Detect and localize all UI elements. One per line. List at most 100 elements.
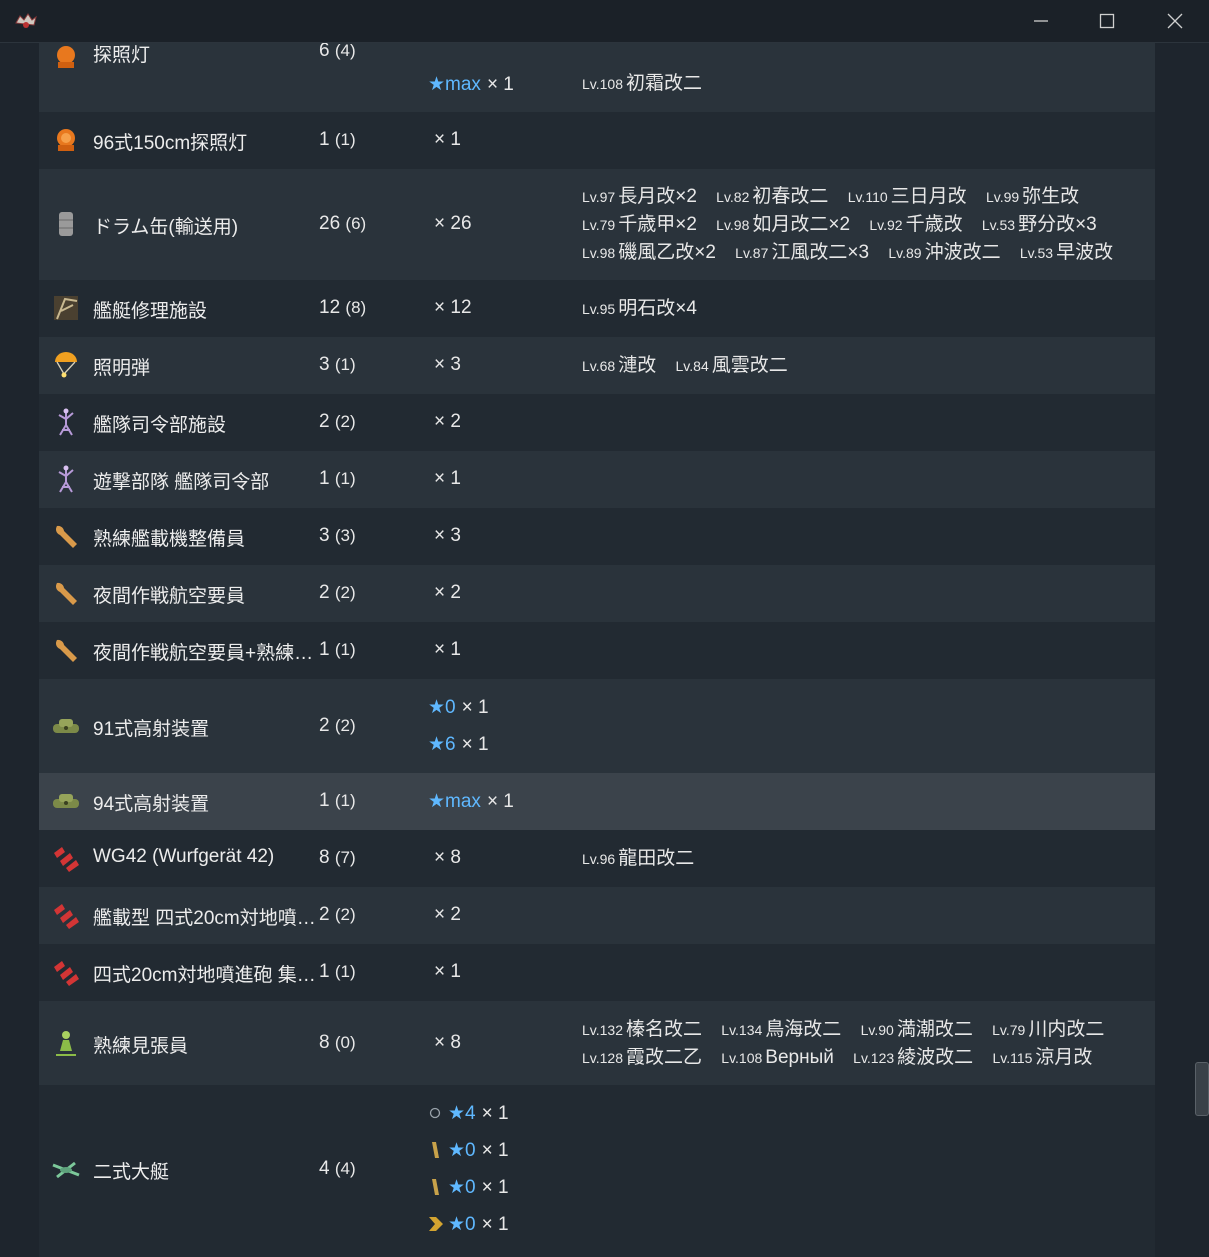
wrench-icon: [55, 582, 77, 605]
fleet-command-icon: [58, 408, 74, 436]
aa-fire-director-icon: [53, 794, 79, 808]
title-bar: [0, 0, 1209, 43]
list-item[interactable]: 夜間作戦航空要員+熟練甲板員 1 (1) × 1: [39, 622, 1155, 679]
equipment-count: 6 (4): [319, 43, 356, 61]
ship-entry: Lv.53 野分改×3: [981, 214, 1097, 235]
equipment-name: 94式高射装置: [93, 794, 210, 815]
searchlight-icon: [57, 129, 75, 151]
ship-entry: Lv.53 早波改: [1019, 242, 1114, 263]
equipment-count: 1 (1): [319, 468, 356, 489]
equipment-name: 夜間作戦航空要員+熟練甲板員: [93, 643, 321, 664]
list-item[interactable]: 艦載型 四式20cm対地噴進砲 2 (2) × 2: [39, 887, 1155, 944]
list-item[interactable]: 熟練艦載機整備員 3 (3) × 3: [39, 508, 1155, 565]
ship-list: Lv.97 長月改×2 Lv.82 初春改二 Lv.110 三日月改 Lv.99 弥生改…: [582, 183, 1127, 267]
ship-list: Lv.96 龍田改二: [582, 845, 708, 873]
ship-entry: Lv.87 江風改二×3: [735, 242, 870, 263]
list-item[interactable]: 熟練見張員 8 (0) × 8 Lv.132 榛名改二 Lv.134 鳥海改二 Lv…: [39, 1001, 1155, 1085]
proficiency-bar-icon: [432, 1179, 439, 1195]
list-item[interactable]: 艦艇修理施設 12 (8) × 12 Lv.95 明石改×4: [39, 280, 1155, 337]
ship-entry: Lv.97 長月改×2: [582, 186, 697, 207]
level-entry: ★max × 1: [428, 74, 514, 95]
ship-entry: Lv.123 綾波改二: [853, 1047, 974, 1068]
equipment-name: 夜間作戦航空要員: [93, 586, 246, 607]
list-item[interactable]: WG42 (Wurfgerät 42) 8 (7) × 8 Lv.96 龍田改二: [39, 830, 1155, 887]
list-item[interactable]: 照明弾 3 (1) × 3 Lv.68 漣改 Lv.84 風雲改二: [39, 337, 1155, 394]
list-item[interactable]: 夜間作戦航空要員 2 (2) × 2: [39, 565, 1155, 622]
ship-entry: Lv.96 龍田改二: [582, 848, 695, 869]
equipment-count: 3 (3): [319, 525, 356, 546]
level-entry: × 1: [434, 468, 461, 489]
equipment-name: 探照灯: [93, 45, 151, 66]
equipment-count: 1 (1): [319, 129, 356, 150]
level-entry: ★0 × 1: [428, 1213, 509, 1236]
maximize-button[interactable]: [1074, 0, 1140, 42]
equipment-count: 26 (6): [319, 213, 367, 234]
list-item[interactable]: 探照灯 6 (4) ★max × 1 Lv.108 初霜改二: [39, 43, 1155, 112]
level-entry: × 12: [434, 297, 472, 318]
list-item[interactable]: 96式150cm探照灯 1 (1) × 1: [39, 112, 1155, 169]
ship-entry: Lv.98 如月改二×2: [716, 214, 851, 235]
level-entry: × 2: [434, 904, 461, 925]
flare-icon: [55, 352, 77, 378]
scrollbar-thumb[interactable]: [1195, 1062, 1209, 1116]
equipment-count: 2 (2): [319, 715, 356, 736]
aa-fire-director-icon: [53, 719, 79, 733]
list-item[interactable]: 二式大艇 4 (4) ★4 × 1 ★0 × 1 ★0 × 1 ★0 × 1: [39, 1085, 1155, 1257]
searchlight-icon: [57, 46, 75, 68]
ship-entry: Lv.82 初春改二: [716, 186, 829, 207]
equipment-name: 四式20cm対地噴進砲 集中配備: [93, 965, 321, 986]
level-entry: ★max × 1: [428, 791, 514, 812]
ship-entry: Lv.128 霞改二乙: [582, 1047, 703, 1068]
close-button[interactable]: [1142, 0, 1208, 42]
equipment-count: 8 (7): [319, 847, 356, 868]
list-item[interactable]: 四式20cm対地噴進砲 集中配備 1 (1) × 1: [39, 944, 1155, 1001]
rocket-launcher-icon: [54, 847, 79, 872]
ship-entry: Lv.92 千歳改: [869, 214, 963, 235]
wrench-icon: [55, 525, 77, 548]
ship-list: Lv.132 榛名改二 Lv.134 鳥海改二 Lv.90 満潮改二 Lv.79 川内改…: [582, 1016, 1118, 1072]
fleet-command-icon: [58, 465, 74, 493]
ship-entry: Lv.68 漣改: [582, 355, 657, 376]
lookout-icon: [56, 1031, 76, 1056]
equipment-count: 1 (1): [319, 790, 356, 811]
rocket-launcher-icon: [54, 961, 79, 986]
equipment-name: 照明弾: [93, 358, 151, 379]
equipment-name: 96式150cm探照灯: [93, 133, 248, 154]
ship-entry: Lv.110 三日月改: [847, 186, 967, 207]
rocket-launcher-icon: [54, 904, 79, 929]
flying-boat-icon: [52, 1161, 80, 1179]
equipment-name: 二式大艇: [93, 1162, 170, 1183]
proficiency-circle-icon: [429, 1107, 441, 1119]
ship-entry: Lv.99 弥生改: [985, 186, 1080, 207]
equipment-name: ドラム缶(輸送用): [93, 217, 239, 238]
proficiency-bar-icon: [432, 1142, 439, 1158]
equipment-count: 1 (1): [319, 961, 356, 982]
level-entry: ★4 × 1: [428, 1102, 509, 1125]
minimize-icon: [1034, 20, 1048, 22]
wrench-icon: [55, 639, 77, 662]
list-item[interactable]: 遊撃部隊 艦隊司令部 1 (1) × 1: [39, 451, 1155, 508]
equipment-name: 艦載型 四式20cm対地噴進砲: [93, 908, 321, 929]
level-entry: × 1: [434, 129, 461, 150]
equipment-count: 8 (0): [319, 1032, 356, 1053]
equipment-count: 4 (4): [319, 1158, 356, 1179]
list-item[interactable]: 艦隊司令部施設 2 (2) × 2: [39, 394, 1155, 451]
ship-entry: Lv.90 満潮改二: [860, 1019, 973, 1040]
ship-entry: Lv.115 涼月改: [992, 1047, 1093, 1068]
minimize-button[interactable]: [1008, 0, 1074, 42]
ship-entry: Lv.79 川内改二: [992, 1019, 1105, 1040]
level-entry: × 2: [434, 411, 461, 432]
level-entry: × 1: [434, 639, 461, 660]
equipment-list[interactable]: 探照灯 6 (4) ★max × 1 Lv.108 初霜改二 96式150cm探照灯…: [39, 43, 1155, 1257]
list-item[interactable]: 94式高射装置 1 (1) ★max × 1: [39, 773, 1155, 830]
ship-entry: Lv.98 磯風乙改×2: [582, 242, 716, 263]
equipment-count: 2 (2): [319, 582, 356, 603]
close-icon: [1167, 13, 1183, 29]
ship-list: Lv.68 漣改 Lv.84 風雲改二: [582, 352, 802, 380]
level-entry: × 8: [434, 847, 461, 868]
level-entry: ★0 × 1: [428, 1139, 509, 1162]
list-item[interactable]: ドラム缶(輸送用) 26 (6) × 26 Lv.97 長月改×2 Lv.82 初春…: [39, 169, 1155, 280]
equipment-count: 3 (1): [319, 354, 356, 375]
level-entry: × 3: [434, 525, 461, 546]
list-item[interactable]: 91式高射装置 2 (2) ★0 × 1 ★6 × 1: [39, 679, 1155, 773]
